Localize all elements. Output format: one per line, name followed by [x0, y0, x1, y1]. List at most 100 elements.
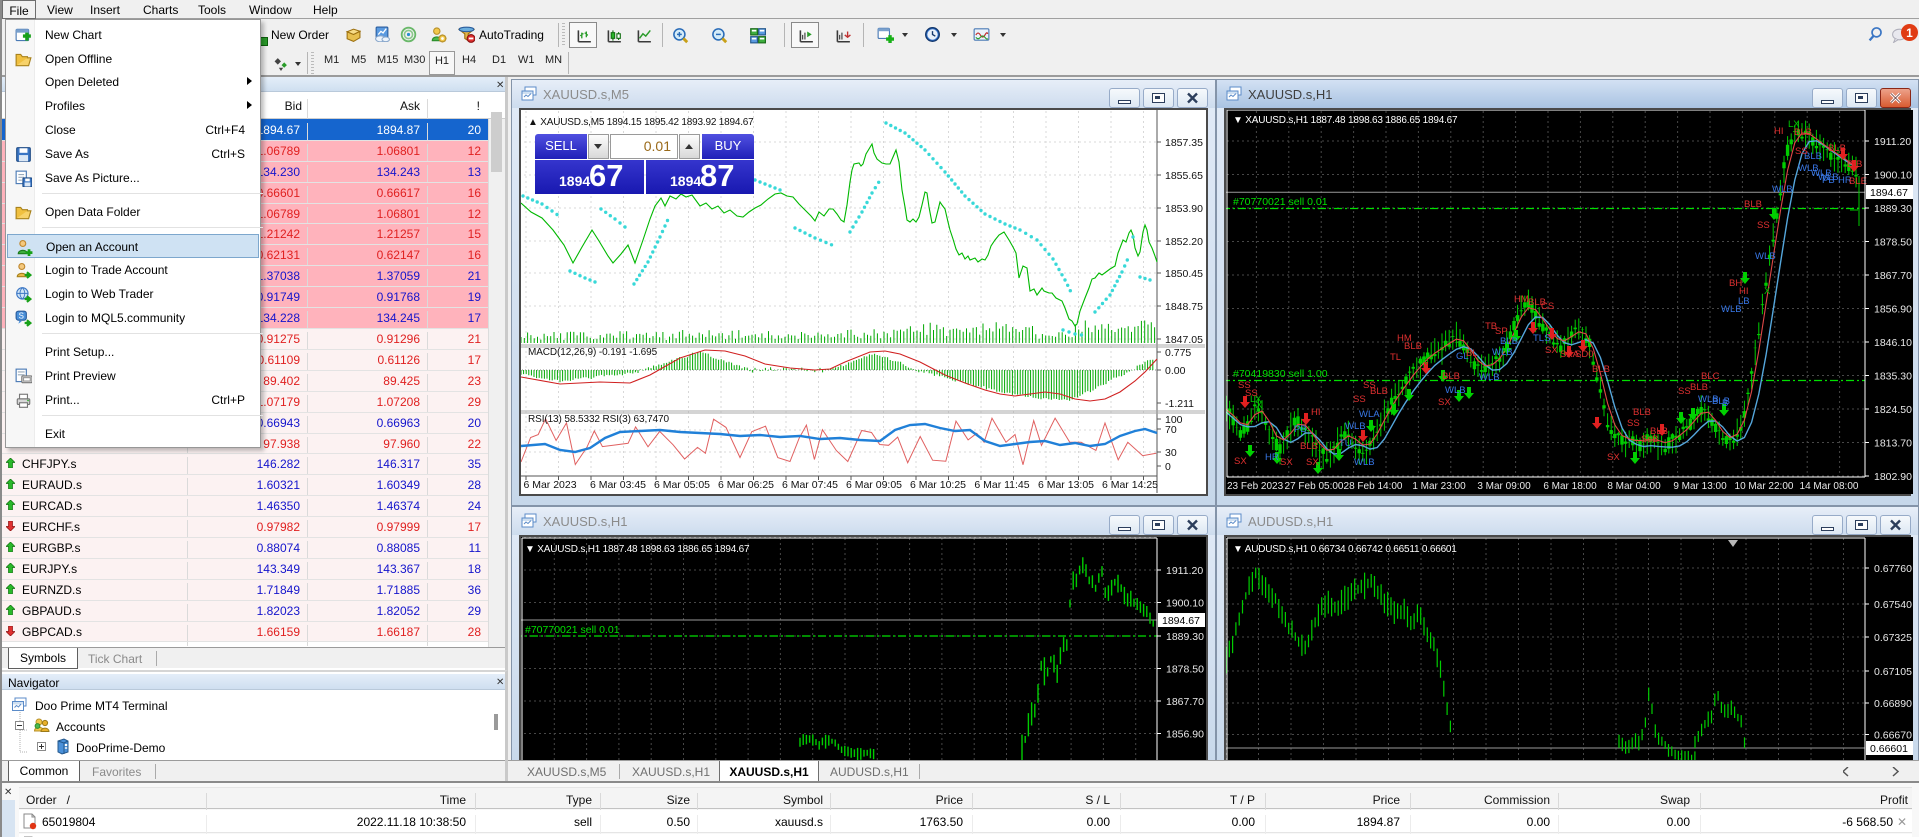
svg-text:1850.45: 1850.45	[1165, 268, 1203, 280]
svg-text:BLB: BLB	[1500, 336, 1518, 347]
svg-text:6 Mar 18:00: 6 Mar 18:00	[1543, 481, 1597, 492]
svg-text:BLB: BLB	[1592, 364, 1610, 375]
svg-text:SsB: SsB	[1641, 434, 1658, 445]
svg-text:6 Mar 09:05: 6 Mar 09:05	[846, 479, 902, 491]
svg-text:1852.20: 1852.20	[1165, 236, 1203, 248]
svg-text:WLB: WLB	[1818, 172, 1839, 183]
svg-text:-1.211: -1.211	[1165, 398, 1194, 410]
svg-text:BLB: BLB	[1744, 199, 1762, 210]
svg-text:WLB: WLB	[1755, 251, 1776, 262]
svg-text:BLB: BLB	[1370, 386, 1388, 397]
svg-text:1878.50: 1878.50	[1166, 664, 1204, 676]
svg-text:0.00: 0.00	[1165, 365, 1186, 377]
svg-text:0: 0	[1165, 461, 1171, 473]
svg-text:LX: LX	[1250, 394, 1262, 405]
svg-text:▼ AUDUSD.s,H1 0.66734 0.66742: ▼ AUDUSD.s,H1 0.66734 0.66742 0.66511 0.…	[1233, 544, 1457, 555]
svg-text:1911.20: 1911.20	[1166, 565, 1203, 577]
svg-text:HM: HM	[1514, 294, 1529, 305]
svg-text:0.66890: 0.66890	[1874, 698, 1912, 710]
svg-text:1853.90: 1853.90	[1165, 203, 1203, 215]
svg-text:WLB: WLB	[1492, 347, 1513, 358]
svg-text:1856.90: 1856.90	[1166, 729, 1204, 741]
svg-text:1878.50: 1878.50	[1874, 237, 1912, 249]
svg-text:BLB: BLB	[1690, 382, 1708, 393]
svg-text:SX: SX	[1234, 456, 1247, 467]
svg-text:PB: PB	[1294, 424, 1307, 435]
svg-text:BLB: BLB	[1442, 371, 1460, 382]
svg-text:0.67325: 0.67325	[1874, 632, 1912, 644]
svg-text:1 Mar 23:00: 1 Mar 23:00	[1412, 481, 1466, 492]
svg-text:0.67540: 0.67540	[1874, 599, 1912, 611]
svg-text:B: B	[1722, 398, 1728, 409]
svg-text:BL: BL	[1466, 348, 1478, 359]
svg-text:X: X	[1764, 286, 1771, 297]
svg-text:RSI(13) 58.5332 RSI(3) 63,747: RSI(13) 58.5332 RSI(3) 63,7470	[528, 414, 670, 425]
svg-text:23 Feb 2023: 23 Feb 2023	[1227, 481, 1284, 492]
svg-text:6 Mar 03:45: 6 Mar 03:45	[590, 479, 646, 491]
svg-text:TL: TL	[1390, 352, 1401, 363]
svg-text:6 Mar 07:45: 6 Mar 07:45	[782, 479, 838, 491]
svg-text:SS: SS	[1757, 220, 1770, 231]
svg-text:WLA: WLA	[1359, 409, 1380, 420]
svg-text:▲ XAUUSD.s,M5 1894.15 1895.42: ▲ XAUUSD.s,M5 1894.15 1895.42 1893.92 18…	[528, 117, 754, 128]
svg-text:WLB: WLB	[1772, 184, 1793, 195]
svg-text:WLB: WLB	[1445, 385, 1466, 396]
svg-text:1900.10: 1900.10	[1874, 170, 1912, 182]
svg-text:S: S	[19, 312, 24, 321]
svg-text:1894.67: 1894.67	[1162, 615, 1200, 627]
svg-text:HR: HR	[1265, 452, 1279, 463]
svg-text:6 Mar 06:25: 6 Mar 06:25	[718, 479, 774, 491]
svg-text:3 Mar 09:00: 3 Mar 09:00	[1477, 481, 1531, 492]
svg-text:6 Mar 2023: 6 Mar 2023	[523, 479, 576, 491]
svg-text:HI: HI	[1311, 407, 1321, 418]
svg-text:9 Mar 13:00: 9 Mar 13:00	[1673, 481, 1727, 492]
svg-text:▼ XAUUSD.s,H1 1887.48 1898.63: ▼ XAUUSD.s,H1 1887.48 1898.63 1886.65 18…	[525, 544, 750, 555]
svg-text:0.66601: 0.66601	[1870, 743, 1908, 755]
svg-text:8 Mar 04:00: 8 Mar 04:00	[1607, 481, 1661, 492]
svg-text:14 Mar 08:00: 14 Mar 08:00	[1800, 481, 1859, 492]
svg-text:TU: TU	[1339, 438, 1352, 449]
svg-text:1855.65: 1855.65	[1165, 170, 1203, 182]
svg-text:BLB: BLB	[1828, 143, 1846, 154]
svg-text:1911.20: 1911.20	[1874, 136, 1911, 148]
svg-text:BLB: BLB	[1300, 441, 1318, 452]
svg-text:#70770021 sell 0.01: #70770021 sell 0.01	[525, 624, 620, 636]
svg-text:1835.30: 1835.30	[1874, 371, 1912, 383]
svg-text:0.66670: 0.66670	[1874, 730, 1912, 742]
svg-text:BLB: BLB	[1633, 407, 1651, 418]
svg-text:SX: SX	[1306, 457, 1319, 468]
svg-text:1824.50: 1824.50	[1874, 404, 1912, 416]
svg-text:6 Mar 13:05: 6 Mar 13:05	[1038, 479, 1094, 491]
svg-text:1894.67: 1894.67	[1870, 187, 1908, 199]
svg-text:27 Feb 05:00: 27 Feb 05:00	[1285, 481, 1344, 492]
svg-text:#70770021 sell 0.01: #70770021 sell 0.01	[1233, 196, 1328, 208]
svg-text:1802.90: 1802.90	[1874, 471, 1912, 483]
svg-text:6 Mar 14:25: 6 Mar 14:25	[1102, 479, 1158, 491]
svg-text:SS: SS	[1353, 394, 1366, 405]
svg-text:SX: SX	[1545, 345, 1558, 356]
svg-text:WLB: WLB	[1479, 372, 1500, 383]
svg-text:SX: SX	[1280, 457, 1293, 468]
svg-text:BLB: BLB	[1794, 127, 1812, 138]
svg-text:70: 70	[1165, 424, 1177, 436]
svg-text:TLS: TLS	[1533, 333, 1550, 344]
svg-text:SD0: SD0	[1575, 349, 1593, 360]
svg-text:6 Mar 11:45: 6 Mar 11:45	[974, 479, 1029, 491]
svg-text:BLB: BLB	[1404, 341, 1422, 352]
svg-text:B B: B B	[1847, 159, 1862, 170]
svg-text:SX: SX	[1438, 397, 1451, 408]
svg-text:1813.70: 1813.70	[1874, 438, 1912, 450]
svg-text:SS: SS	[1795, 146, 1808, 157]
svg-text:WLB: WLB	[1798, 163, 1819, 174]
svg-text:6 Mar 10:25: 6 Mar 10:25	[910, 479, 966, 491]
svg-text:10 Mar 22:00: 10 Mar 22:00	[1735, 481, 1794, 492]
svg-text:1867.70: 1867.70	[1166, 696, 1204, 708]
svg-text:WLB: WLB	[1354, 457, 1375, 468]
svg-text:▼ XAUUSD.s,H1 1887.48 1898.63: ▼ XAUUSD.s,H1 1887.48 1898.63 1886.65 18…	[1233, 115, 1458, 126]
svg-text:HI: HI	[1774, 126, 1784, 137]
svg-text:WLB: WLB	[1345, 421, 1366, 432]
svg-text:1889.30: 1889.30	[1874, 203, 1912, 215]
svg-text:BLE: BLE	[1849, 176, 1867, 187]
svg-text:LB: LB	[1738, 296, 1750, 307]
svg-text:1846.10: 1846.10	[1874, 337, 1912, 349]
